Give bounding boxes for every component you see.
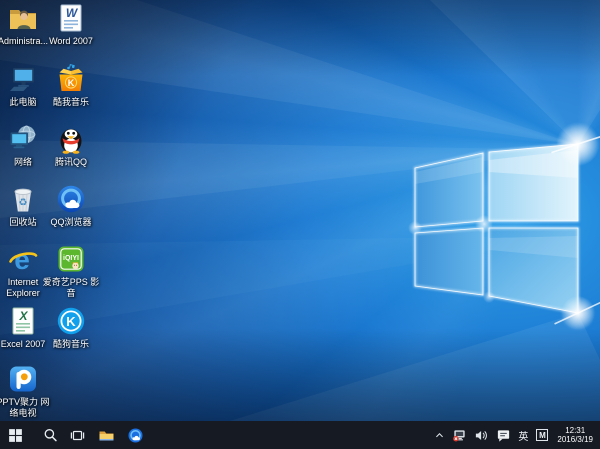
speaker-icon	[474, 428, 489, 443]
kuwo-music-icon: K	[55, 63, 87, 95]
qq-browser-icon	[127, 427, 144, 444]
qq-browser-icon	[55, 183, 87, 215]
search-icon	[43, 428, 58, 443]
desktop-icon-kugou-music[interactable]: K 酷狗音乐	[46, 305, 96, 350]
qq-browser-taskbar-button[interactable]	[122, 421, 149, 449]
svg-text:e: e	[14, 244, 30, 275]
svg-text:W: W	[66, 6, 79, 20]
start-button[interactable]	[0, 421, 30, 449]
desktop-icon-recycle-bin[interactable]: ♻ 回收站	[0, 183, 48, 228]
desktop-icon-network[interactable]: 网络	[0, 123, 48, 168]
desktop-icon-tencent-qq[interactable]: 腾讯QQ	[46, 123, 96, 168]
this-pc-icon	[7, 63, 39, 95]
chevron-up-icon	[434, 430, 445, 441]
icon-label: PPTV聚力 网络电视	[0, 397, 52, 419]
desktop-icon-kuwo-music[interactable]: K 酷我音乐	[46, 63, 96, 108]
system-tray: 英 M 12:31 2016/3/19	[430, 421, 600, 449]
svg-text:♻: ♻	[19, 198, 28, 209]
svg-text:K: K	[66, 314, 76, 329]
icon-label: Word 2007	[42, 36, 100, 47]
network-icon	[7, 123, 39, 155]
svg-text:X: X	[18, 309, 28, 323]
internet-explorer-icon: e	[7, 243, 39, 275]
ime-language-indicator[interactable]: 英	[514, 428, 532, 443]
desktop-icon-pptv[interactable]: PPTV聚力 网络电视	[0, 363, 48, 419]
taskbar-clock[interactable]: 12:31 2016/3/19	[552, 426, 600, 445]
desktop-icon-word-2007[interactable]: W Word 2007	[46, 2, 96, 47]
icon-label: 酷我音乐	[42, 97, 100, 108]
tray-expand-button[interactable]	[430, 421, 448, 449]
desktop-icon-excel-2007[interactable]: X Excel 2007	[0, 305, 48, 350]
svg-text:K: K	[68, 78, 75, 88]
windows-desktop-screen: Administra... W Word 2007 此电脑	[0, 0, 600, 449]
desktop-icon-qq-browser[interactable]: QQ浏览器	[46, 183, 96, 228]
action-center-icon	[496, 428, 511, 443]
windows-start-icon	[8, 428, 23, 443]
desktop-icon-this-pc[interactable]: 此电脑	[0, 63, 48, 108]
clock-time: 12:31	[557, 426, 593, 436]
recycle-bin-icon: ♻	[7, 183, 39, 215]
search-button[interactable]	[37, 421, 64, 449]
administrator-folder-icon	[7, 2, 39, 34]
word-2007-icon: W	[55, 2, 87, 34]
desktop-icon-administrator[interactable]: Administra...	[0, 2, 48, 47]
iqiyi-pps-icon: iQIYI	[55, 243, 87, 275]
network-disconnected-icon	[452, 428, 467, 443]
icon-label: 腾讯QQ	[42, 157, 100, 168]
file-explorer-icon	[98, 428, 115, 443]
desktop-icon-internet-explorer[interactable]: e Internet Explorer	[0, 243, 48, 299]
svg-text:iQIYI: iQIYI	[63, 255, 79, 262]
tray-action-center[interactable]	[492, 421, 514, 449]
icon-label: 酷狗音乐	[42, 339, 100, 350]
tray-volume[interactable]	[470, 421, 492, 449]
excel-2007-icon: X	[7, 305, 39, 337]
taskbar: 英 M 12:31 2016/3/19	[0, 421, 600, 449]
task-view-icon	[70, 428, 85, 443]
icon-label: 爱奇艺PPS 影音	[42, 277, 100, 299]
pptv-icon	[7, 363, 39, 395]
file-explorer-button[interactable]	[93, 421, 120, 449]
task-view-button[interactable]	[64, 421, 91, 449]
tencent-qq-icon	[55, 123, 87, 155]
desktop-icon-iqiyi-pps[interactable]: iQIYI 爱奇艺PPS 影音	[46, 243, 96, 299]
tray-network-status[interactable]	[448, 421, 470, 449]
clock-date: 2016/3/19	[557, 435, 593, 445]
icon-label: QQ浏览器	[42, 217, 100, 228]
ime-mode-indicator[interactable]: M	[536, 429, 548, 441]
kugou-music-icon: K	[55, 305, 87, 337]
